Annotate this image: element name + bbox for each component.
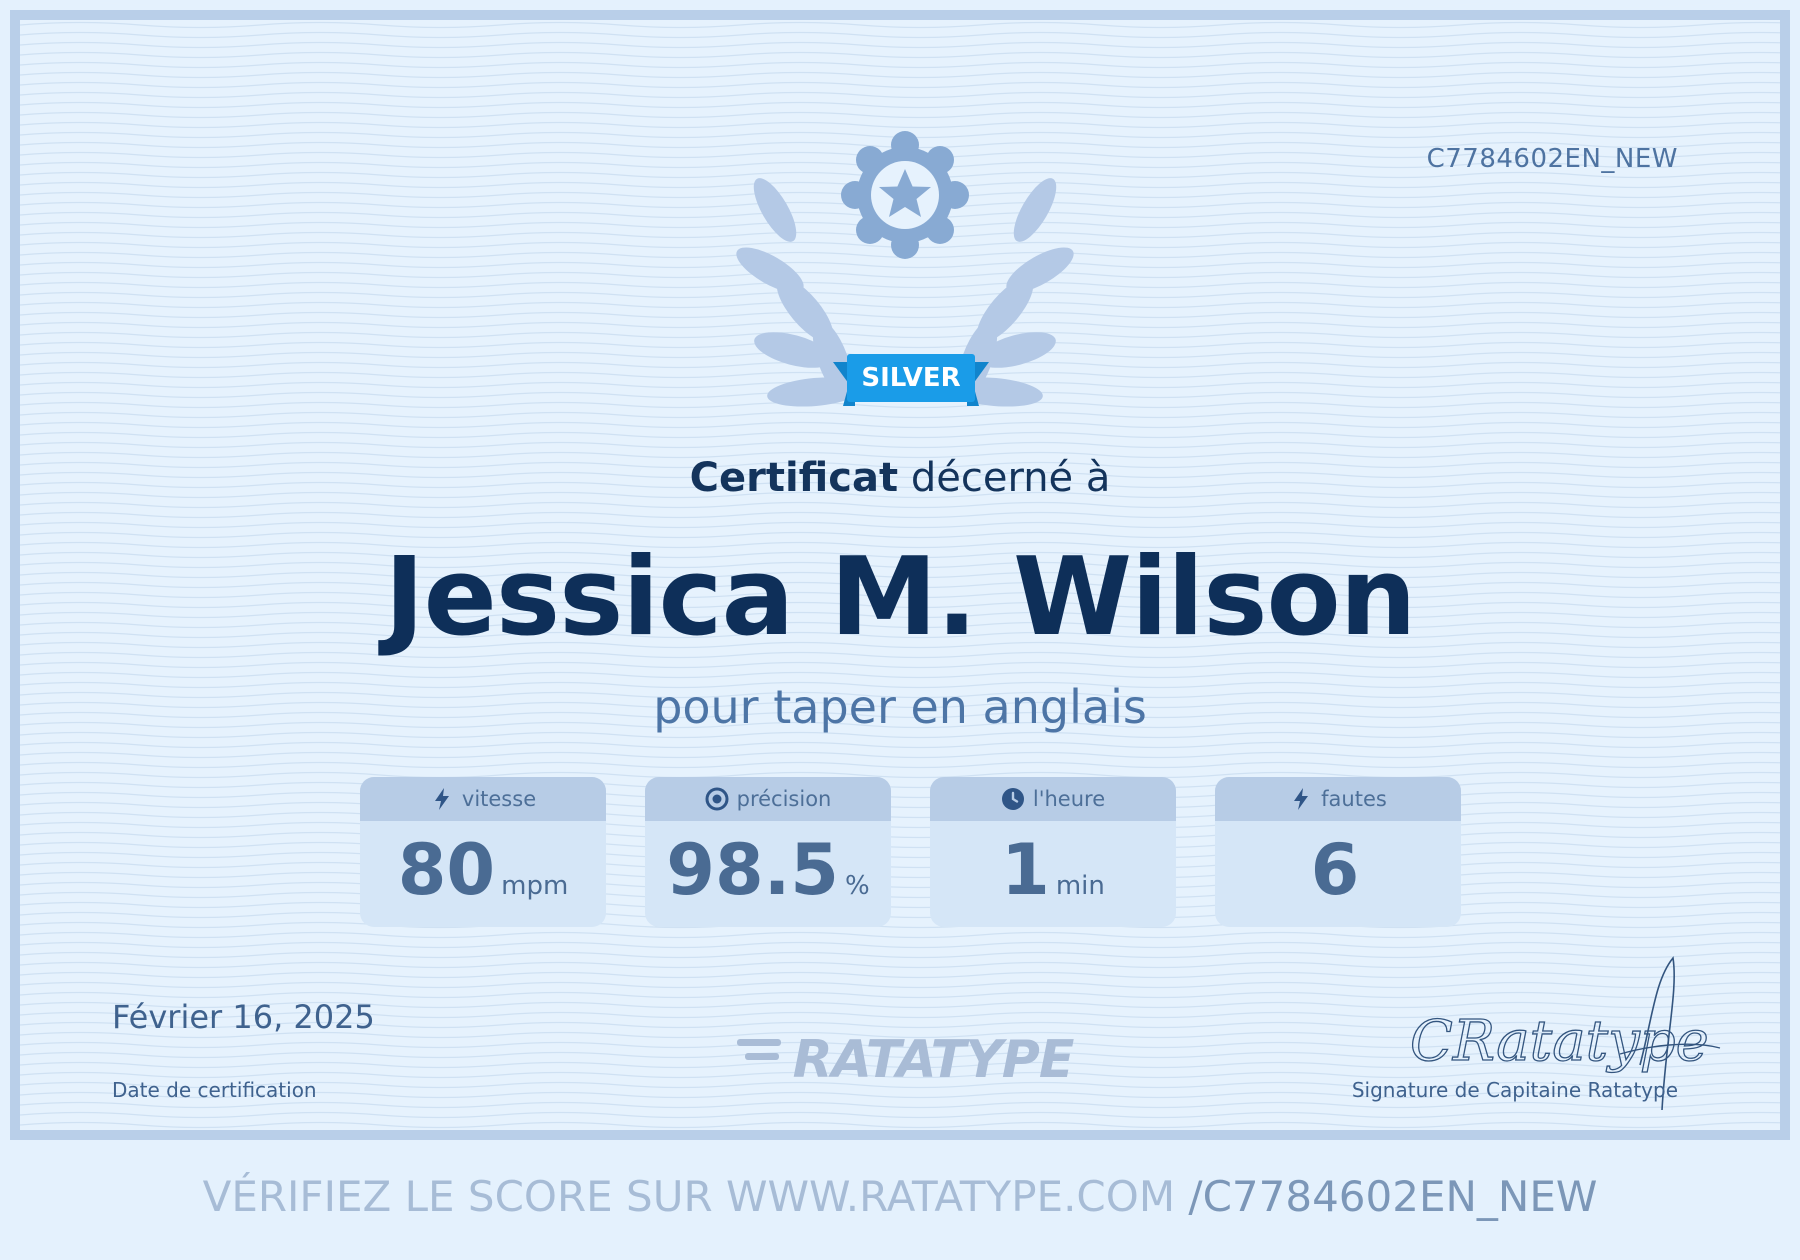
awarded-line: Certificat décerné à [20,455,1780,501]
stat-accuracy: précision 98.5 % [645,777,891,927]
clock-icon [1001,788,1024,810]
stat-header: fautes [1215,777,1461,821]
stat-unit: mpm [501,871,569,901]
stat-value: 98.5 % [645,821,891,927]
stat-number: 98.5 [666,829,839,911]
certificate: C7784602EN_NEW SILVER Certificat décerné… [10,10,1790,1140]
ratatype-logo: RATATYPE [737,1030,1075,1085]
stat-label: fautes [1321,787,1387,811]
verify-url-line: VÉRIFIEZ LE SCORE SUR WWW.RATATYPE.COM /… [0,1172,1800,1221]
lightning-icon [434,788,449,810]
svg-text:CRatatype: CRatatype [1410,1009,1709,1074]
stat-number: 80 [397,829,496,911]
certificate-id: C7784602EN_NEW [1426,144,1678,174]
stat-label: précision [736,787,832,811]
awarded-bold: Certificat [689,455,899,501]
verify-prefix: VÉRIFIEZ LE SCORE SUR WWW.RATATYPE.COM [202,1172,1176,1221]
stat-time: l'heure 1 min [930,777,1176,927]
stats-row: vitesse 80 mpm précision 98.5 % l'heure … [360,777,1470,927]
stat-value: 6 [1215,821,1461,927]
recipient-name: Jessica M. Wilson [384,535,1416,660]
stat-header: précision [645,777,891,821]
certification-date: Février 16, 2025 [112,998,375,1036]
lightning-icon [1294,788,1309,810]
signature-label: Signature de Capitaine Ratatype [1351,1078,1678,1102]
verify-code: /C7784602EN_NEW [1188,1172,1598,1221]
awarded-rest: décerné à [910,455,1111,501]
stat-header: l'heure [930,777,1176,821]
stat-number: 6 [1310,829,1360,911]
silver-badge-label: SILVER [861,363,961,393]
stat-unit: % [845,871,870,901]
stat-unit: min [1055,871,1105,901]
stat-label: vitesse [461,787,537,811]
certification-date-label: Date de certification [112,1078,317,1102]
stat-value: 80 mpm [360,821,606,927]
certificate-subject: pour taper en anglais [653,680,1147,734]
target-icon [705,787,729,811]
stat-speed: vitesse 80 mpm [360,777,606,927]
stat-value: 1 min [930,821,1176,927]
stat-header: vitesse [360,777,606,821]
svg-text:RATATYPE: RATATYPE [793,1030,1074,1085]
stat-errors: fautes 6 [1215,777,1461,927]
stat-number: 1 [1001,829,1050,911]
stat-label: l'heure [1032,787,1106,811]
